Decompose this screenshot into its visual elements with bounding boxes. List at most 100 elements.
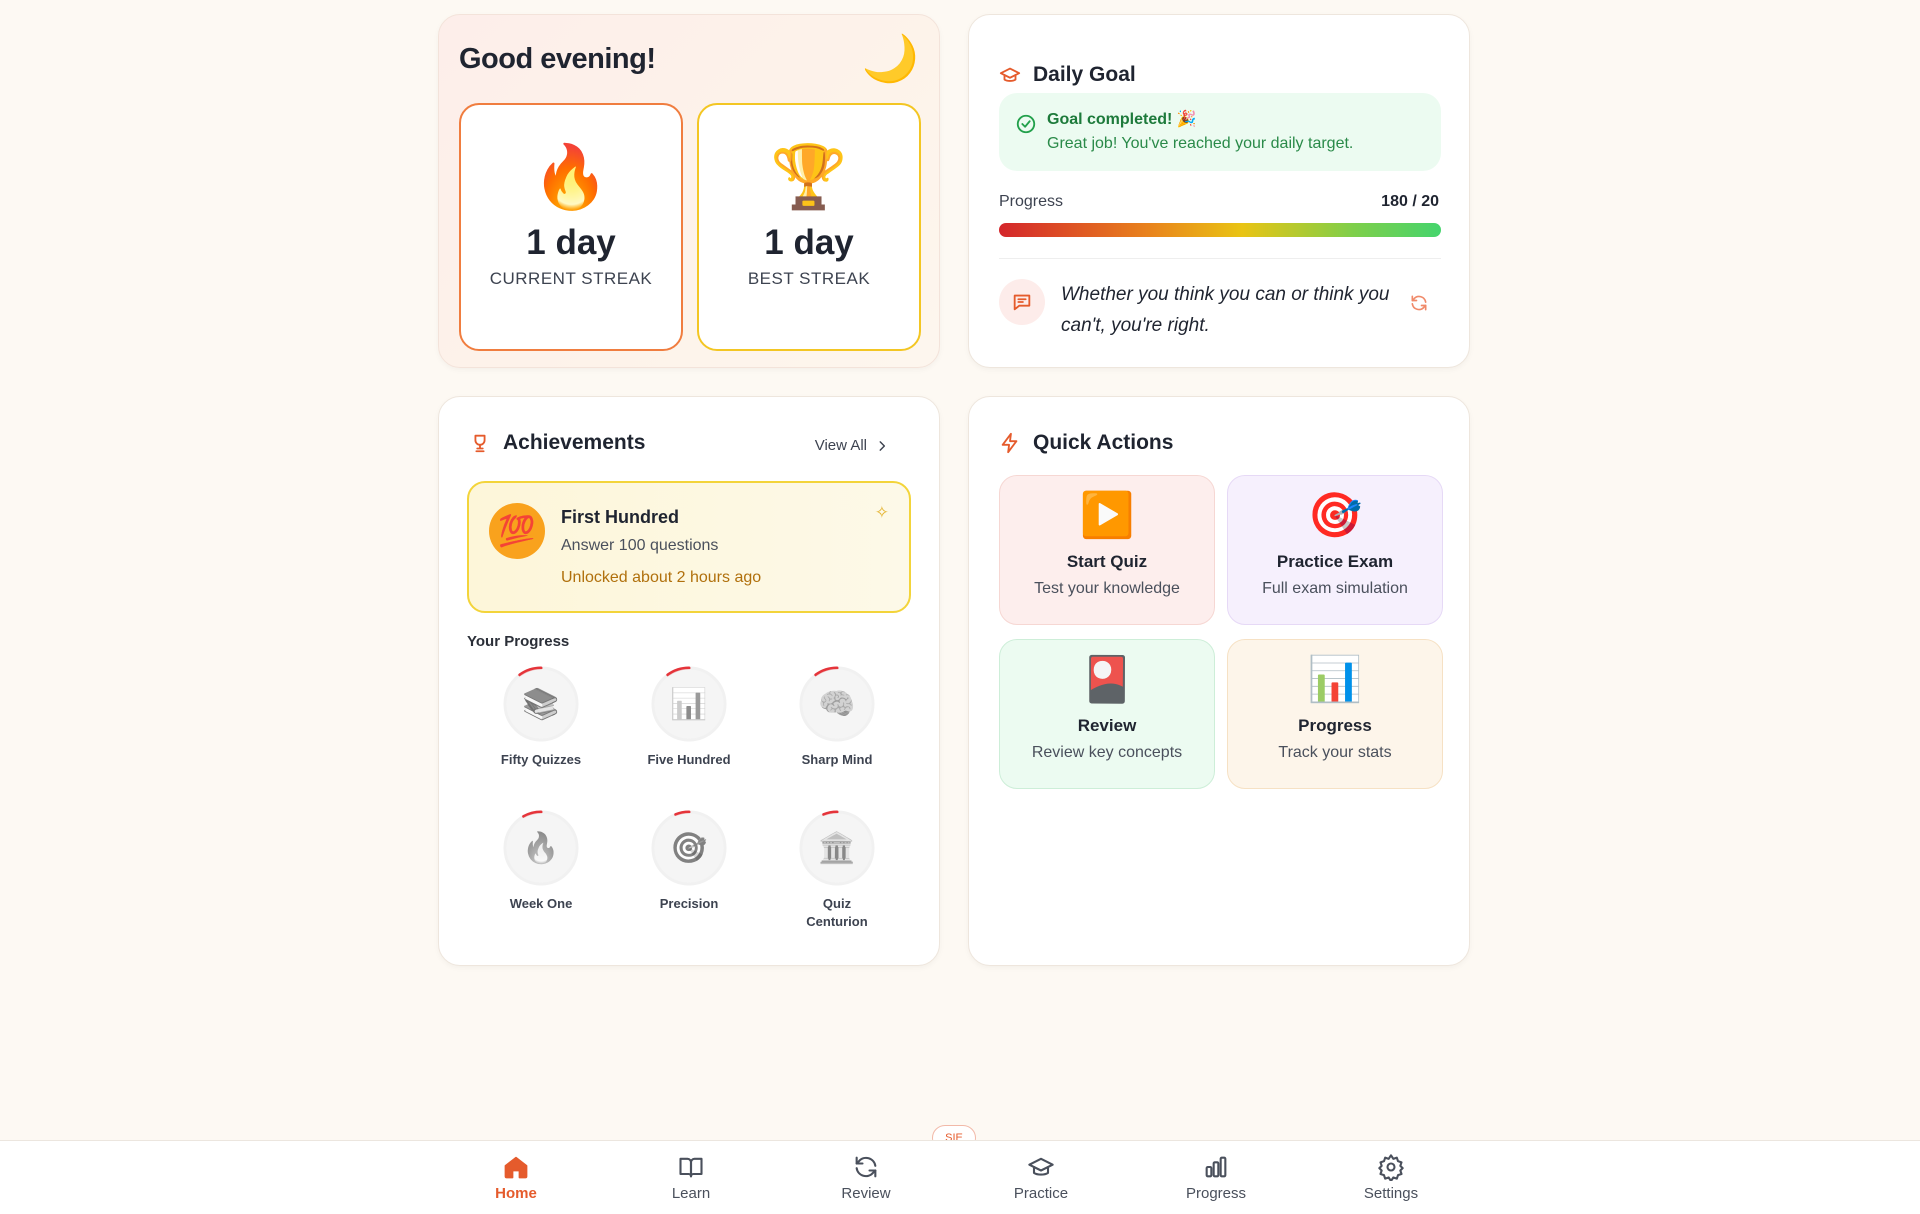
nav-review[interactable]: Review <box>806 1153 926 1202</box>
progress-title: Progress <box>1298 716 1372 736</box>
nav-learn[interactable]: Learn <box>631 1153 751 1202</box>
view-all-label: View All <box>814 437 867 454</box>
best-streak-value: 1 day <box>764 223 854 262</box>
badge-ring: 🧠 <box>798 665 876 743</box>
message-icon <box>999 279 1045 325</box>
goal-status-title: Goal completed! 🎉 <box>1047 111 1197 128</box>
moon-icon: 🌙 <box>861 32 919 84</box>
daily-goal-card: Daily Goal Goal completed! 🎉 Great job! … <box>968 14 1470 368</box>
nav-learn-label: Learn <box>671 1185 711 1202</box>
lightning-icon <box>1001 432 1018 454</box>
nav-practice[interactable]: Practice <box>981 1153 1101 1202</box>
nav-review-label: Review <box>841 1185 891 1202</box>
graduation-cap-icon <box>1028 1157 1054 1176</box>
badge-name: Sharp Mind <box>801 752 873 767</box>
goal-status-box: Goal completed! 🎉 Great job! You've reac… <box>999 93 1441 171</box>
badge-name: Fifty Quizzes <box>500 752 582 767</box>
badge-ring: 🔥 <box>502 809 580 887</box>
badge-precision[interactable]: 🎯 Precision <box>615 809 763 913</box>
practice-exam-subtitle: Full exam simulation <box>1262 580 1408 598</box>
practice-exam-button[interactable]: 🎯 Practice Exam Full exam simulation <box>1227 475 1443 625</box>
review-button[interactable]: 🎴 Review Review key concepts <box>999 639 1215 789</box>
gear-icon <box>1378 1154 1404 1181</box>
bottom-nav: Home Learn Review Practice Progress Sett… <box>0 1140 1920 1214</box>
chart-icon: 📊 <box>654 669 724 739</box>
achievements-title: Achievements <box>503 431 646 454</box>
check-circle-icon <box>1016 114 1036 134</box>
badge-sharp-mind[interactable]: 🧠 Sharp Mind <box>763 665 911 769</box>
progress-value: 180 / 20 <box>1381 193 1439 210</box>
badge-ring: 📊 <box>650 665 728 743</box>
nav-home[interactable]: Home <box>456 1153 576 1202</box>
play-icon: ▶️ <box>1079 491 1135 540</box>
trophy-icon: 🏆 <box>770 143 848 212</box>
progress-subtitle: Track your stats <box>1278 744 1392 762</box>
highlight-unlocked: Unlocked about 2 hours ago <box>561 569 762 586</box>
target-icon: 🎯 <box>1307 491 1363 540</box>
hundred-icon: 💯 <box>489 503 545 559</box>
view-all-link[interactable]: View All <box>815 437 889 454</box>
badge-name: Five Hundred <box>647 752 731 767</box>
trophy-outline-icon <box>474 434 486 453</box>
target-icon: 🎯 <box>654 813 724 883</box>
nav-practice-label: Practice <box>1013 1185 1069 1202</box>
badge-fifty-quizzes[interactable]: 📚 Fifty Quizzes <box>467 665 615 769</box>
review-title: Review <box>1077 716 1137 736</box>
highlight-description: Answer 100 questions <box>561 537 719 554</box>
quick-actions-title: Quick Actions <box>1033 431 1174 454</box>
quick-actions-card: Quick Actions ▶️ Start Quiz Test your kn… <box>968 396 1470 966</box>
bar-chart-icon: 📊 <box>1307 655 1363 704</box>
goal-status-text: Great job! You've reached your daily tar… <box>1047 135 1354 152</box>
graduation-cap-icon <box>999 67 1021 82</box>
progress-button[interactable]: 📊 Progress Track your stats <box>1227 639 1443 789</box>
your-progress-title: Your Progress <box>467 633 570 650</box>
badge-ring: 🎯 <box>650 809 728 887</box>
badge-five-hundred[interactable]: 📊 Five Hundred <box>615 665 763 769</box>
quick-actions-header: Quick Actions <box>999 431 1173 455</box>
divider <box>999 258 1441 259</box>
practice-exam-title: Practice Exam <box>1276 552 1394 572</box>
home-icon <box>504 1156 528 1179</box>
daily-goal-header: Daily Goal <box>999 63 1136 87</box>
nav-home-label: Home <box>495 1185 537 1202</box>
building-icon: 🏛️ <box>802 813 872 883</box>
current-streak-card: 🔥 1 day CURRENT STREAK <box>459 103 683 351</box>
badge-quiz-centurion[interactable]: 🏛️ Quiz Centurion <box>763 809 911 931</box>
nav-progress-label: Progress <box>1185 1185 1247 1202</box>
start-quiz-title: Start Quiz <box>1066 552 1148 572</box>
achievements-header: Achievements <box>469 431 645 455</box>
highlight-achievement[interactable]: 💯 First Hundred Answer 100 questions Unl… <box>467 481 911 613</box>
badge-ring: 📚 <box>502 665 580 743</box>
start-quiz-button[interactable]: ▶️ Start Quiz Test your knowledge <box>999 475 1215 625</box>
progress-bar <box>999 223 1441 237</box>
nav-settings-label: Settings <box>1363 1185 1419 1202</box>
bar-chart-icon <box>1205 1156 1227 1178</box>
badge-ring: 🏛️ <box>798 809 876 887</box>
start-quiz-subtitle: Test your knowledge <box>1034 580 1180 598</box>
chevron-right-icon <box>879 440 886 451</box>
current-streak-label: CURRENT STREAK <box>489 269 653 288</box>
badge-name: Quiz Centurion <box>806 896 868 929</box>
motivational-quote: Whether you think you can or think you c… <box>1061 284 1390 336</box>
review-subtitle: Review key concepts <box>1031 744 1183 762</box>
nav-settings[interactable]: Settings <box>1331 1153 1451 1202</box>
refresh-icon <box>855 1156 877 1178</box>
badge-week-one[interactable]: 🔥 Week One <box>467 809 615 913</box>
progress-label: Progress <box>999 193 1064 210</box>
badge-name: Week One <box>509 896 573 911</box>
book-icon <box>679 1157 703 1178</box>
current-streak-value: 1 day <box>526 223 616 262</box>
fire-icon: 🔥 <box>532 143 610 212</box>
books-icon: 📚 <box>506 669 576 739</box>
refresh-icon[interactable] <box>1409 293 1429 313</box>
daily-goal-title: Daily Goal <box>1033 63 1136 86</box>
best-streak-label: BEST STREAK <box>747 269 871 288</box>
flashcard-icon: 🎴 <box>1079 655 1135 704</box>
highlight-title: First Hundred <box>561 507 680 527</box>
brain-icon: 🧠 <box>802 669 872 739</box>
greeting-card: Good evening! 🌙 🔥 1 day CURRENT STREAK 🏆… <box>438 14 940 368</box>
achievements-card: Achievements View All 💯 First Hundred An… <box>438 396 940 966</box>
nav-progress[interactable]: Progress <box>1156 1153 1276 1202</box>
fire-icon: 🔥 <box>506 813 576 883</box>
sparkle-icon: ✧ <box>874 503 889 522</box>
